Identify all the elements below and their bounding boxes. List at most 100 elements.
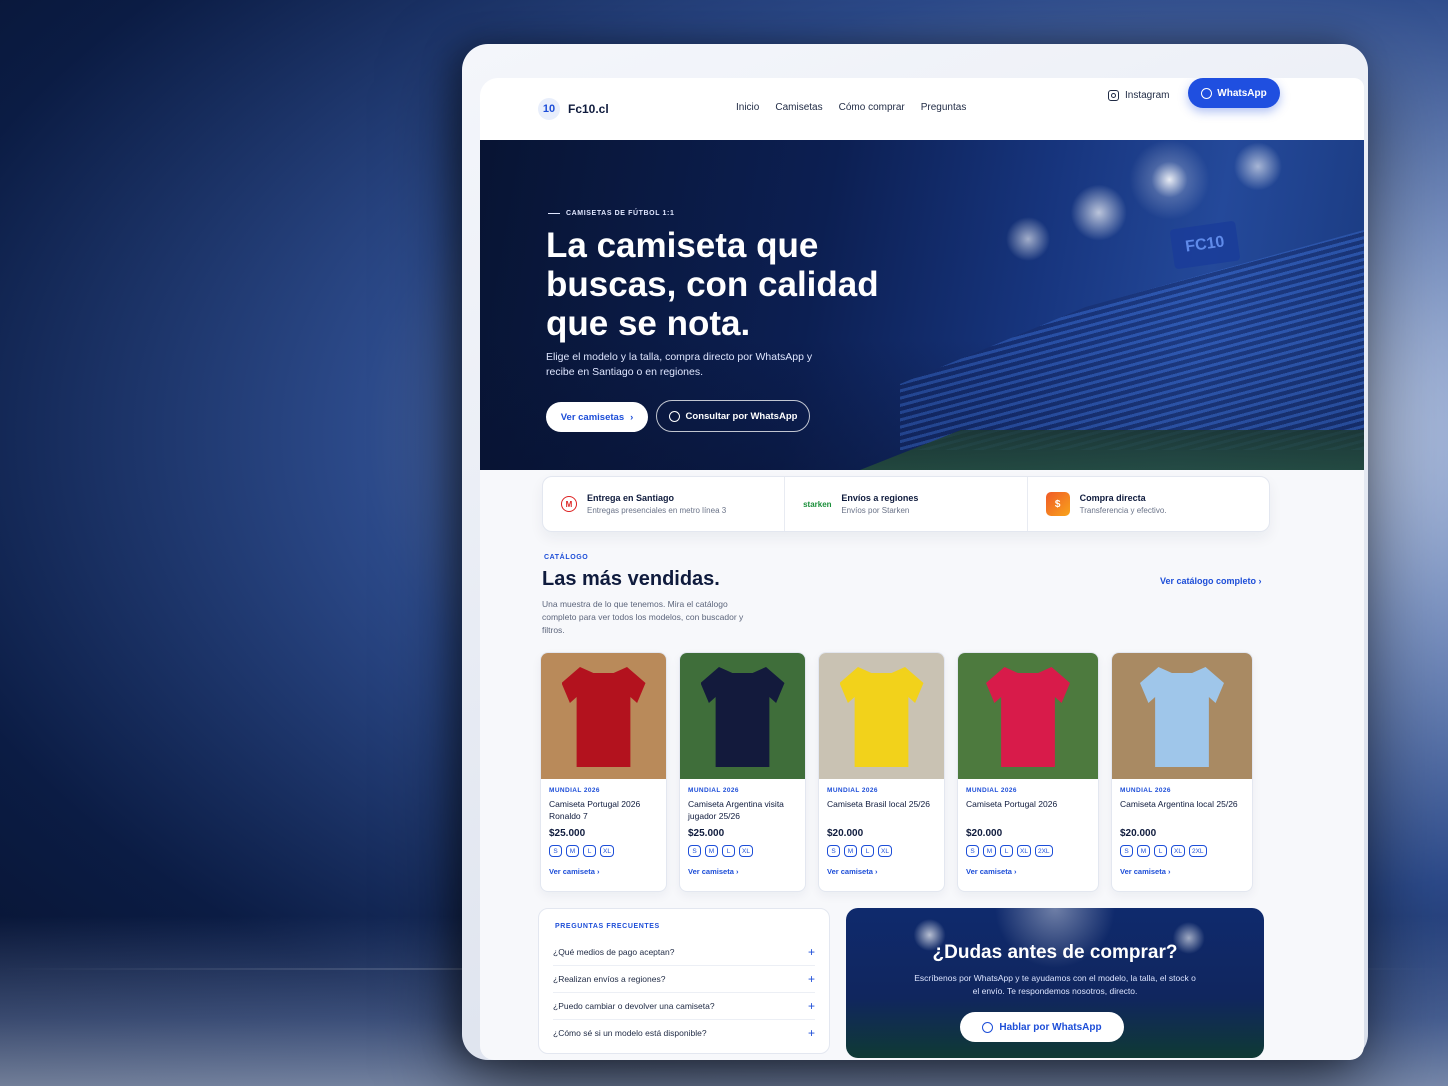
- product-price: $20.000: [1120, 828, 1157, 839]
- ver-camiseta-label: Ver camiseta: [549, 867, 595, 876]
- cta-banner: ¿Dudas antes de comprar? Escríbenos por …: [846, 908, 1264, 1058]
- instagram-icon: [1108, 90, 1119, 101]
- size-options: S M L XL: [688, 845, 797, 857]
- size-chip[interactable]: XL: [739, 845, 753, 857]
- jersey-image: [839, 667, 924, 767]
- ver-catalogo-label: Ver catálogo completo: [1160, 576, 1257, 586]
- chevron-right-icon: ›: [1167, 867, 1171, 876]
- feature-desc: Envíos por Starken: [841, 506, 910, 515]
- product-card[interactable]: MUNDIAL 2026 Camiseta Argentina visita j…: [679, 652, 806, 892]
- product-card[interactable]: MUNDIAL 2026 Camiseta Portugal 2026 Rona…: [540, 652, 667, 892]
- ver-camiseta-link[interactable]: Ver camiseta ›: [549, 867, 658, 876]
- product-card[interactable]: MUNDIAL 2026 Camiseta Brasil local 25/26…: [818, 652, 945, 892]
- size-chip[interactable]: L: [583, 845, 596, 857]
- size-chip[interactable]: M: [705, 845, 718, 857]
- chevron-right-icon: ›: [630, 411, 634, 423]
- nav-link-inicio[interactable]: Inicio: [736, 102, 759, 113]
- size-chip[interactable]: 2XL: [1188, 845, 1207, 857]
- product-image[interactable]: [1112, 653, 1252, 779]
- size-options: S M L XL 2XL: [966, 845, 1090, 857]
- size-chip[interactable]: L: [861, 845, 874, 857]
- size-chip[interactable]: M: [844, 845, 857, 857]
- size-chip[interactable]: 2XL: [1034, 845, 1053, 857]
- device-frame: 10 Fc10.cl Inicio Camisetas Cómo comprar…: [462, 44, 1368, 1060]
- consultar-whatsapp-button[interactable]: Consultar por WhatsApp: [656, 400, 810, 432]
- stadium-stands-image: [900, 230, 1364, 450]
- size-chip[interactable]: S: [827, 845, 840, 857]
- size-chip[interactable]: L: [1000, 845, 1013, 857]
- size-chip[interactable]: M: [566, 845, 579, 857]
- jersey-image: [986, 667, 1070, 767]
- size-chip[interactable]: XL: [1171, 845, 1185, 857]
- product-image[interactable]: [819, 653, 944, 779]
- size-chip[interactable]: L: [1154, 845, 1167, 857]
- ver-camiseta-link[interactable]: Ver camiseta ›: [1120, 867, 1244, 876]
- whatsapp-nav-button[interactable]: WhatsApp: [1188, 78, 1280, 108]
- hero-title: La camiseta que buscas, con calidad que …: [546, 226, 879, 343]
- feature-entrega-santiago: M Entrega en Santiago Entregas presencia…: [543, 477, 786, 531]
- size-chip[interactable]: S: [688, 845, 701, 857]
- starken-logo-icon: starken: [803, 499, 832, 509]
- ver-camiseta-label: Ver camiseta: [966, 867, 1012, 876]
- product-image[interactable]: [680, 653, 805, 779]
- faq-item[interactable]: ¿Realizan envíos a regiones? +: [553, 966, 815, 993]
- nav-link-preguntas[interactable]: Preguntas: [921, 102, 967, 113]
- size-chip[interactable]: XL: [1017, 845, 1031, 857]
- product-name: Camiseta Argentina local 25/26: [1120, 799, 1238, 809]
- size-chip[interactable]: M: [983, 845, 996, 857]
- brand-logo[interactable]: 10 Fc10.cl: [538, 98, 609, 120]
- size-chip[interactable]: S: [966, 845, 979, 857]
- size-chip[interactable]: XL: [600, 845, 614, 857]
- consultar-whatsapp-label: Consultar por WhatsApp: [685, 410, 798, 422]
- nav-link-camisetas[interactable]: Camisetas: [775, 102, 822, 113]
- product-tag: MUNDIAL 2026: [688, 787, 739, 794]
- ver-camiseta-link[interactable]: Ver camiseta ›: [827, 867, 936, 876]
- product-price: $25.000: [688, 828, 725, 839]
- catalog-title: Las más vendidas.: [542, 568, 720, 590]
- faq-eyebrow: PREGUNTAS FRECUENTES: [555, 923, 660, 930]
- chevron-right-icon: ›: [1013, 867, 1017, 876]
- ver-camiseta-link[interactable]: Ver camiseta ›: [688, 867, 797, 876]
- plus-icon: +: [807, 1026, 815, 1040]
- plus-icon: +: [807, 972, 815, 986]
- nav-link-como-comprar[interactable]: Cómo comprar: [839, 102, 905, 113]
- product-image[interactable]: [541, 653, 666, 779]
- whatsapp-nav-label: WhatsApp: [1217, 87, 1267, 99]
- feature-envios-regiones: starken Envíos a regiones Envíos por Sta…: [785, 477, 1028, 531]
- ver-camiseta-link[interactable]: Ver camiseta ›: [966, 867, 1090, 876]
- jersey-image: [561, 667, 646, 767]
- cta-subtitle: Escríbenos por WhatsApp y te ayudamos co…: [914, 973, 1196, 996]
- faq-section: PREGUNTAS FRECUENTES ¿Qué medios de pago…: [538, 908, 830, 1054]
- product-grid: MUNDIAL 2026 Camiseta Portugal 2026 Rona…: [540, 652, 1253, 892]
- instagram-link[interactable]: Instagram: [1108, 90, 1169, 101]
- faq-question: ¿Cómo sé si un modelo está disponible?: [553, 1028, 707, 1038]
- plus-icon: +: [807, 945, 815, 959]
- product-image[interactable]: [958, 653, 1098, 779]
- hero-section: FC10 CAMISETAS DE FÚTBOL 1:1 La camiseta…: [480, 140, 1364, 470]
- whatsapp-icon: [982, 1021, 994, 1033]
- product-card[interactable]: MUNDIAL 2026 Camiseta Portugal 2026 $20.…: [957, 652, 1099, 892]
- whatsapp-icon: [668, 410, 680, 422]
- faq-item[interactable]: ¿Qué medios de pago aceptan? +: [553, 939, 815, 966]
- size-options: S M L XL 2XL: [1120, 845, 1244, 857]
- ver-catalogo-link[interactable]: Ver catálogo completo ›: [1160, 576, 1262, 586]
- metro-logo-icon: M: [561, 496, 577, 512]
- hero-eyebrow: CAMISETAS DE FÚTBOL 1:1: [548, 210, 674, 217]
- product-price: $20.000: [966, 828, 1003, 839]
- faq-item[interactable]: ¿Cómo sé si un modelo está disponible? +: [553, 1020, 815, 1046]
- size-chip[interactable]: L: [722, 845, 735, 857]
- jersey-image: [1140, 667, 1224, 767]
- hablar-whatsapp-button[interactable]: Hablar por WhatsApp: [960, 1012, 1124, 1042]
- size-chip[interactable]: M: [1137, 845, 1150, 857]
- faq-item[interactable]: ¿Puedo cambiar o devolver una camiseta? +: [553, 993, 815, 1020]
- whatsapp-icon: [1201, 87, 1213, 99]
- product-card[interactable]: MUNDIAL 2026 Camiseta Argentina local 25…: [1111, 652, 1253, 892]
- product-tag: MUNDIAL 2026: [1120, 787, 1171, 794]
- size-chip[interactable]: S: [1120, 845, 1133, 857]
- size-chip[interactable]: XL: [878, 845, 892, 857]
- chevron-right-icon: ›: [735, 867, 739, 876]
- ver-camisetas-button[interactable]: Ver camisetas ›: [546, 402, 648, 432]
- main-menu: Inicio Camisetas Cómo comprar Preguntas: [736, 102, 966, 113]
- size-chip[interactable]: S: [549, 845, 562, 857]
- feature-desc: Entregas presenciales en metro línea 3: [587, 506, 727, 515]
